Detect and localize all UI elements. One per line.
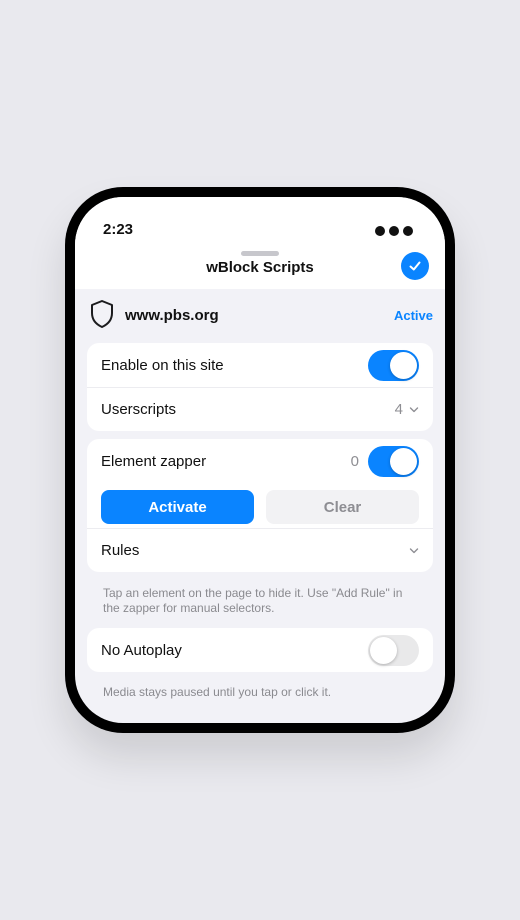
rules-row[interactable]: Rules — [87, 528, 433, 572]
clear-button[interactable]: Clear — [266, 490, 419, 524]
chevron-down-icon — [409, 406, 419, 412]
no-autoplay-label: No Autoplay — [101, 641, 182, 659]
more-dots-icon — [375, 226, 413, 236]
autoplay-card: No Autoplay — [87, 628, 433, 672]
sheet-grabber[interactable] — [241, 251, 279, 256]
status-time: 2:23 — [103, 221, 134, 238]
done-button[interactable] — [401, 252, 429, 280]
site-settings-card: Enable on this site Userscripts 4 — [87, 343, 433, 431]
zapper-actions: Activate Clear — [87, 483, 433, 528]
rules-label: Rules — [101, 542, 140, 559]
userscripts-count: 4 — [394, 401, 403, 418]
autoplay-footnote: Media stays paused until you tap or clic… — [103, 685, 332, 699]
sheet-title: wBlock Scripts — [206, 259, 314, 276]
element-zapper-label: Element zapper — [101, 452, 207, 470]
site-domain: www.pbs.org — [125, 307, 219, 324]
checkmark-icon — [409, 261, 421, 271]
shield-icon — [91, 300, 113, 328]
element-zapper-row: Element zapper 0 — [87, 439, 433, 483]
site-row: www.pbs.org Active — [75, 299, 445, 339]
enable-site-label: Enable on this site — [101, 356, 224, 374]
activate-button[interactable]: Activate — [101, 490, 254, 524]
phone-frame: 2:23 wBlock Scripts www.pbs.org Active E… — [65, 187, 455, 733]
element-zapper-card: Element zapper 0 Activate Clear Rules — [87, 439, 433, 572]
chevron-down-icon — [409, 547, 419, 553]
element-zapper-count: 0 — [350, 452, 359, 470]
screen: 2:23 wBlock Scripts www.pbs.org Active E… — [75, 197, 445, 723]
no-autoplay-toggle[interactable] — [368, 634, 419, 666]
site-status-badge: Active — [393, 308, 433, 323]
no-autoplay-row: No Autoplay — [87, 628, 433, 672]
element-zapper-toggle[interactable] — [368, 445, 419, 477]
sheet-header: wBlock Scripts — [75, 249, 445, 289]
userscripts-label: Userscripts — [101, 401, 177, 418]
zapper-footnote: Tap an element on the page to hide it. U… — [103, 586, 403, 615]
enable-site-toggle[interactable] — [368, 349, 419, 381]
userscripts-row[interactable]: Userscripts 4 — [87, 387, 433, 431]
enable-site-row: Enable on this site — [87, 343, 433, 387]
